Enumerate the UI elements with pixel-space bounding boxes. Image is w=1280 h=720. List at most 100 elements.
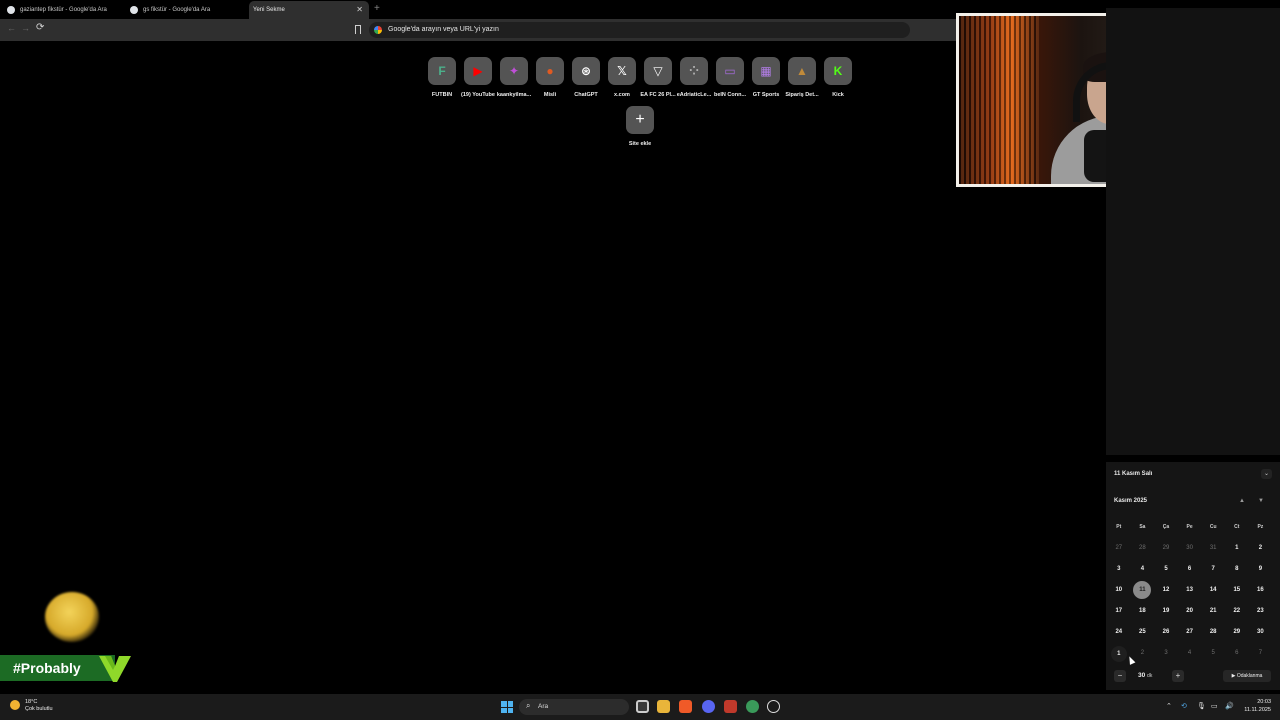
calendar-day-number: 3 [1164,650,1168,656]
calendar-day[interactable]: 18 [1131,604,1155,618]
calendar-day[interactable]: 4 [1131,562,1155,576]
calendar-day[interactable]: 3 [1107,562,1131,576]
calendar-day[interactable]: 13 [1178,583,1202,597]
calendar-day-number: 24 [1115,629,1123,635]
calendar-day[interactable]: 19 [1154,604,1178,618]
taskbar: 18°C Çok bulutlu ⌕ Ara ⌃ ⟲ 🎙 ▭ 🔊 20:03 11… [0,694,1280,720]
calendar-day[interactable]: 31 [1201,541,1225,555]
calendar-day[interactable]: 9 [1249,562,1273,576]
calendar-day-number: 27 [1186,629,1193,635]
calendar-day[interactable]: 10 [1107,583,1131,597]
calendar-day[interactable]: 23 [1249,604,1273,618]
calendar-day[interactable]: 25 [1131,625,1155,639]
calendar-day[interactable]: 29 [1225,625,1249,639]
close-tab-icon[interactable]: ✕ [356,1,363,19]
calendar-day[interactable]: 1 [1225,541,1249,555]
calendar-day[interactable]: 24 [1107,625,1131,639]
calendar-day[interactable]: 5 [1154,562,1178,576]
calendar-day[interactable]: 2 [1249,541,1273,555]
calendar-day[interactable]: 5 [1201,646,1225,660]
calendar-day[interactable]: 16 [1249,583,1273,597]
calendar-day[interactable]: 30 [1249,625,1273,639]
file-explorer-icon[interactable] [657,700,670,713]
shortcut-tile[interactable]: ▽ EA FC 26 Pl... [638,57,678,98]
sync-icon[interactable]: ⟲ [1181,702,1187,710]
bookmark-icon[interactable] [355,25,361,34]
calendar-day[interactable]: 21 [1201,604,1225,618]
calendar-day[interactable]: 27 [1107,541,1131,555]
calendar-day[interactable]: 3 [1154,646,1178,660]
shortcut-tile[interactable]: ▶ (19) YouTube [458,57,498,98]
shortcut-label: Sipariş Det... [785,92,819,98]
tray-chevron-icon[interactable]: ⌃ [1166,702,1172,710]
discord-icon[interactable] [702,700,715,713]
back-icon[interactable]: ← [7,23,16,33]
shortcut-tile[interactable]: ⁘ eAdriaticLe... [674,57,714,98]
shortcut-tile[interactable]: ● Misli [530,57,570,98]
calendar-day-today[interactable]: 11 [1131,581,1155,599]
focus-start-button[interactable]: ▶ Odaklanma [1223,670,1271,682]
calendar-day[interactable]: 6 [1225,646,1249,660]
calendar-day[interactable]: 29 [1154,541,1178,555]
calendar-day[interactable]: 8 [1225,562,1249,576]
calendar-day-number: 2 [1258,545,1263,551]
calendar-day[interactable]: 12 [1154,583,1178,597]
taskbar-search[interactable]: ⌕ Ara [519,699,629,715]
shortcut-tile[interactable]: ▲ Sipariş Det... [782,57,822,98]
calendar-day[interactable]: 14 [1201,583,1225,597]
xbox-icon[interactable] [746,700,759,713]
address-bar[interactable]: Google'da arayın veya URL'yi yazın [369,22,910,38]
calendar-day-number: 18 [1139,608,1146,614]
shortcut-tile[interactable]: ▦ GT Sports [746,57,786,98]
microphone-tray-icon[interactable]: 🎙 [1197,702,1206,710]
calendar-day[interactable]: 6 [1178,562,1202,576]
calendar-date-header[interactable]: 11 Kasım Salı [1114,471,1152,477]
calendar-month-header[interactable]: Kasım 2025 [1114,498,1147,504]
shortcut-tile[interactable]: ⊛ ChatGPT [566,57,606,98]
shortcut-tile[interactable]: ✦ kaankyilma... [494,57,534,98]
shortcut-label: GT Sports [752,92,780,98]
decrease-focus-button[interactable]: − [1114,670,1126,682]
calendar-day-number: 20 [1186,608,1193,614]
windows-start-icon[interactable] [501,701,513,713]
network-icon[interactable]: ▭ [1211,702,1218,710]
shortcut-tile[interactable]: K Kick [818,57,858,98]
previous-month-icon[interactable]: ▲ [1239,498,1245,504]
app-icon[interactable] [724,700,737,713]
calendar-day[interactable]: 7 [1201,562,1225,576]
search-label: Ara [538,703,549,710]
calendar-day[interactable]: 27 [1178,625,1202,639]
calendar-day[interactable]: 17 [1107,604,1131,618]
calendar-day[interactable]: 4 [1178,646,1202,660]
add-site-button[interactable]: + Site ekle [620,106,660,147]
calendar-day[interactable]: 15 [1225,583,1249,597]
calendar-day[interactable]: 28 [1201,625,1225,639]
new-tab-button[interactable]: + [374,3,380,14]
calendar-day-number: 30 [1257,629,1264,635]
shortcut-tile[interactable]: F FUTBIN [422,57,462,98]
calendar-day[interactable]: 28 [1131,541,1155,555]
tab-gs-fikstur[interactable]: gs fikstür - Google'da Ara [123,1,247,19]
tab-new-tab[interactable]: Yeni Sekme ✕ [249,1,369,19]
calendar-day[interactable]: 7 [1249,646,1273,660]
task-view-icon[interactable] [636,700,649,713]
next-month-icon[interactable]: ▼ [1258,498,1264,504]
reload-icon[interactable]: ⟳ [36,22,44,33]
google-logo-icon [374,26,382,34]
calendar-day[interactable]: 22 [1225,604,1249,618]
volume-icon[interactable]: 🔊 [1225,702,1234,710]
clock[interactable]: 20:03 11.11.2025 [1241,698,1271,714]
forward-icon[interactable]: → [21,23,30,33]
calendar-day[interactable]: 26 [1154,625,1178,639]
tab-gaziantep[interactable]: gaziantep fikstür - Google'da Ara [0,1,122,19]
increase-focus-button[interactable]: + [1172,670,1184,682]
calendar-day[interactable]: 2 [1131,646,1155,660]
calendar-day[interactable]: 20 [1178,604,1202,618]
google-favicon-icon [7,6,15,14]
brave-browser-icon[interactable] [679,700,692,713]
collapse-icon[interactable]: ⌄ [1261,469,1272,479]
ball-app-icon[interactable] [767,700,780,713]
calendar-day[interactable]: 30 [1178,541,1202,555]
shortcut-tile[interactable]: ▭ beIN Conn... [710,57,750,98]
shortcut-tile[interactable]: 𝕏x.com [602,57,642,98]
